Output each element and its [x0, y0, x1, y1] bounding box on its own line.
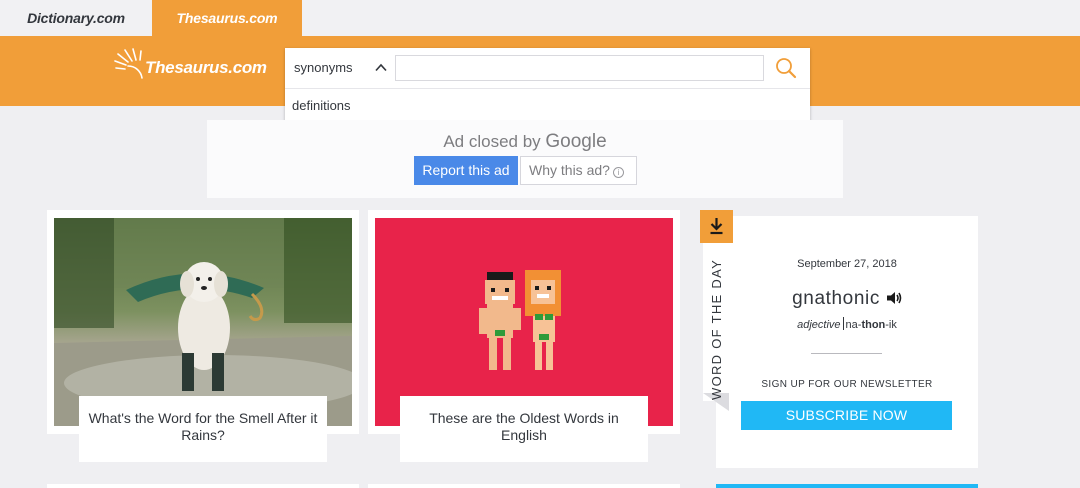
- wotd-vertical-label: WORD OF THE DAY: [709, 258, 724, 400]
- search-input[interactable]: [395, 55, 764, 81]
- dropdown-option-definitions[interactable]: definitions: [285, 89, 810, 122]
- word-of-the-day-panel: [716, 216, 978, 468]
- card-caption[interactable]: What's the Word for the Smell After it R…: [79, 396, 327, 462]
- why-this-ad-button[interactable]: Why this ad? i: [520, 156, 637, 185]
- dropdown-option-label: definitions: [292, 98, 351, 113]
- search-button[interactable]: [767, 52, 805, 84]
- wotd-date: September 27, 2018: [797, 258, 897, 270]
- subscribe-button[interactable]: SUBSCRIBE NOW: [741, 401, 952, 430]
- search-type-label: synonyms: [294, 60, 353, 75]
- search-type-select[interactable]: synonyms: [285, 48, 395, 88]
- next-card-edge: [47, 484, 359, 488]
- article-card[interactable]: What's the Word for the Smell After it R…: [47, 210, 359, 462]
- tab-thesaurus[interactable]: Thesaurus.com: [152, 0, 302, 36]
- newsletter-label: SIGN UP FOR OUR NEWSLETTER: [761, 379, 933, 390]
- google-wordmark: Google: [545, 131, 607, 152]
- wotd-word[interactable]: gnathonic: [792, 288, 880, 309]
- speaker-icon[interactable]: [886, 291, 902, 305]
- card-image-dog: [54, 218, 352, 426]
- wotd-divider: [811, 353, 882, 354]
- site-logo[interactable]: Thesaurus.com: [112, 48, 272, 84]
- report-ad-button[interactable]: Report this ad: [414, 156, 518, 185]
- next-card-edge: [368, 484, 680, 488]
- wotd-pronunciation: adjective na-thon-ik: [797, 317, 897, 331]
- wotd-part-of-speech: adjective: [797, 319, 841, 331]
- card-image-pixel-couple: [375, 218, 673, 426]
- site-tabs: Dictionary.com Thesaurus.com: [0, 0, 1080, 36]
- ad-closed-text: Ad closed by Google: [443, 131, 607, 152]
- chevron-up-icon: [375, 63, 387, 72]
- next-card-edge: [716, 484, 978, 488]
- why-this-ad-label: Why this ad?: [529, 162, 610, 178]
- tab-dictionary[interactable]: Dictionary.com: [0, 0, 152, 36]
- ad-slot: Ad closed by Google Report this ad Why t…: [207, 120, 843, 198]
- wotd-word-row: gnathonic: [716, 288, 978, 310]
- logo-text: Thesaurus.com: [145, 58, 267, 77]
- divider: [842, 317, 844, 330]
- info-icon: i: [612, 167, 624, 178]
- search-icon: [776, 58, 797, 79]
- card-caption[interactable]: These are the Oldest Words in English: [400, 396, 648, 462]
- search-box: synonyms definitions: [285, 48, 810, 122]
- article-card[interactable]: These are the Oldest Words in English: [368, 210, 680, 462]
